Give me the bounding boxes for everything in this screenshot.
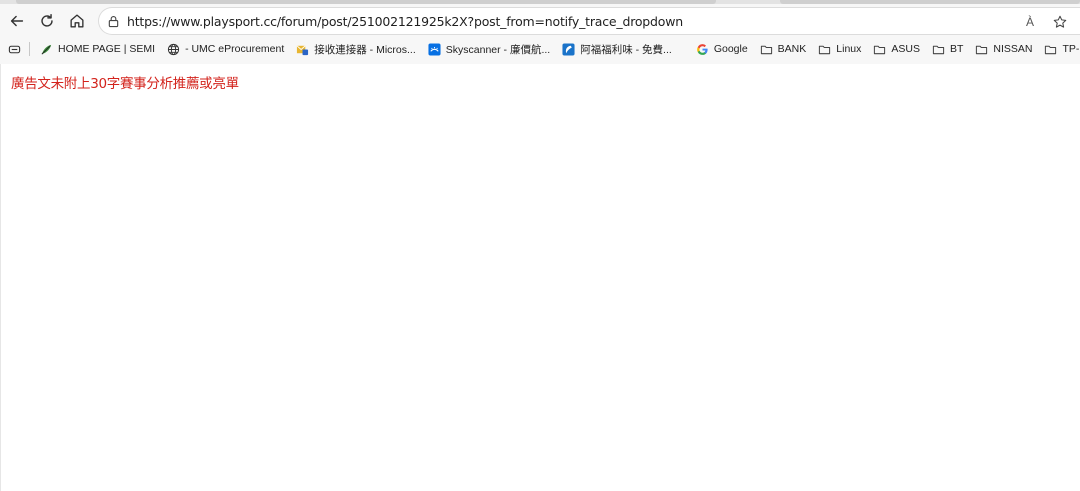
home-icon — [70, 14, 84, 28]
skyscanner-icon — [428, 42, 441, 56]
bookmark-google[interactable]: Google — [690, 39, 754, 59]
back-button[interactable] — [2, 6, 32, 36]
bookmark-afu[interactable]: 阿福福利味 - 免費... — [556, 39, 678, 59]
bookmark-skyscanner[interactable]: Skyscanner - 廉價航... — [422, 39, 556, 59]
bookmarks-separator — [29, 42, 30, 56]
favorite-button[interactable] — [1050, 12, 1070, 32]
address-bar-actions: À — [1020, 12, 1070, 32]
bookmark-folder-bank[interactable]: BANK — [754, 39, 813, 59]
refresh-icon — [41, 13, 53, 27]
page-content: 廣告文未附上30字賽事分析推薦或亮單 — [0, 64, 1080, 491]
site-info-button[interactable] — [99, 15, 127, 28]
bookmark-label: BT — [949, 43, 964, 55]
bookmark-label: TP-Link — [1062, 43, 1080, 55]
bookmark-label: - UMC eProcurement — [185, 43, 285, 55]
back-arrow-icon — [10, 15, 24, 27]
bookmark-folder-linux[interactable]: Linux — [812, 39, 867, 59]
outlook-icon — [296, 44, 309, 55]
folder-icon — [819, 45, 831, 54]
lock-icon — [108, 15, 118, 27]
bookmark-label: Google — [713, 43, 748, 55]
bookmark-label: BANK — [777, 43, 807, 55]
bookmark-folder-bt[interactable]: BT — [926, 39, 969, 59]
google-icon — [696, 43, 708, 55]
star-icon — [1053, 15, 1067, 28]
read-aloud-icon: À — [1025, 15, 1034, 29]
folder-icon — [874, 45, 886, 54]
browser-chrome: https://www.playsport.cc/forum/post/2510… — [0, 0, 1080, 64]
bookmark-label: Linux — [836, 43, 862, 55]
home-button[interactable] — [62, 6, 92, 36]
bookmark-umc[interactable]: - UMC eProcurement — [161, 39, 290, 59]
globe-icon — [167, 43, 180, 55]
afu-icon — [562, 42, 575, 56]
error-notice: 廣告文未附上30字賽事分析推薦或亮單 — [11, 76, 239, 92]
navigation-toolbar: https://www.playsport.cc/forum/post/2510… — [0, 4, 1080, 38]
bookmark-label: 阿福福利味 - 免費... — [580, 43, 672, 56]
bookmark-label: HOME PAGE | SEMI — [58, 43, 156, 55]
bookmarks-menu-button[interactable] — [8, 39, 25, 59]
address-bar[interactable]: https://www.playsport.cc/forum/post/2510… — [98, 7, 1080, 35]
bookmark-folder-asus[interactable]: ASUS — [867, 39, 926, 59]
url-text[interactable]: https://www.playsport.cc/forum/post/2510… — [127, 14, 683, 29]
bookmark-label: 接收連接器 - Micros... — [314, 43, 416, 56]
bookmarks-bar: HOME PAGE | SEMI - UMC eProcurement 接收連接… — [0, 38, 1080, 60]
folder-icon — [932, 45, 945, 54]
bookmark-outlook[interactable]: 接收連接器 - Micros... — [290, 39, 422, 59]
bookmark-semi[interactable]: HOME PAGE | SEMI — [34, 39, 161, 59]
refresh-button[interactable] — [32, 6, 62, 36]
read-aloud-button[interactable]: À — [1020, 12, 1040, 32]
bookmark-label: NISSAN — [993, 43, 1033, 55]
folder-icon — [760, 45, 772, 54]
bookmarks-bar-icon — [8, 45, 21, 53]
bookmark-folder-tplink[interactable]: TP-Link — [1038, 39, 1080, 59]
bookmark-folder-nissan[interactable]: NISSAN — [969, 39, 1038, 59]
folder-icon — [976, 45, 988, 54]
bookmark-label: Skyscanner - 廉價航... — [445, 43, 551, 56]
folder-icon — [1045, 45, 1057, 54]
bookmark-label: ASUS — [891, 43, 920, 55]
leaf-logo-icon — [41, 44, 52, 54]
